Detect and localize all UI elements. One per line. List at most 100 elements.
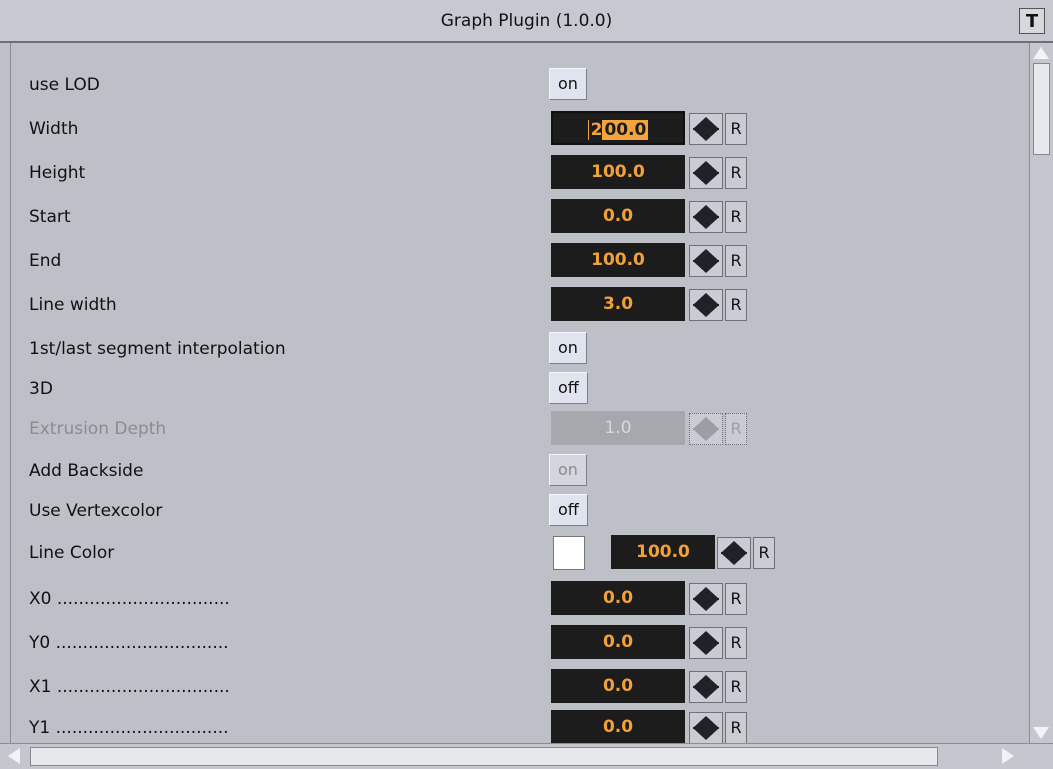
line-color-reset-button[interactable]: R bbox=[753, 537, 775, 569]
height-field[interactable]: 100.0 bbox=[551, 155, 685, 189]
row-end: End 100.0 R bbox=[11, 241, 1030, 281]
start-spinner[interactable] bbox=[689, 201, 723, 233]
spin-up-icon[interactable] bbox=[694, 293, 718, 304]
x1-spinner[interactable] bbox=[689, 671, 723, 703]
vertical-scrollbar[interactable] bbox=[1029, 43, 1053, 743]
3d-toggle[interactable]: off bbox=[549, 372, 588, 404]
vertical-scroll-thumb[interactable] bbox=[1033, 63, 1050, 155]
line-width-label: Line width bbox=[29, 295, 117, 315]
y1-reset-button[interactable]: R bbox=[725, 712, 747, 744]
spin-up-icon bbox=[694, 417, 718, 428]
add-backside-toggle: on bbox=[549, 454, 587, 486]
width-field-selection: 00.0 bbox=[602, 120, 649, 140]
line-color-alpha-field[interactable]: 100.0 bbox=[611, 535, 715, 569]
end-reset-button[interactable]: R bbox=[725, 245, 747, 277]
spin-down-icon[interactable] bbox=[694, 174, 718, 185]
y1-spinner[interactable] bbox=[689, 712, 723, 744]
spin-up-icon[interactable] bbox=[694, 205, 718, 216]
use-lod-toggle[interactable]: on bbox=[549, 68, 587, 100]
y0-spinner[interactable] bbox=[689, 627, 723, 659]
y0-field[interactable]: 0.0 bbox=[551, 625, 685, 659]
start-field[interactable]: 0.0 bbox=[551, 199, 685, 233]
extrusion-depth-label: Extrusion Depth bbox=[29, 419, 167, 439]
row-segment-interpolation: 1st/last segment interpolation on bbox=[11, 329, 1030, 369]
row-height: Height 100.0 R bbox=[11, 153, 1030, 193]
scroll-left-icon[interactable] bbox=[8, 748, 20, 764]
row-use-vertexcolor: Use Vertexcolor off bbox=[11, 491, 1030, 531]
segment-interpolation-label: 1st/last segment interpolation bbox=[29, 339, 286, 359]
width-field[interactable]: 2 00.0 bbox=[551, 111, 685, 145]
spin-down-icon[interactable] bbox=[694, 729, 718, 740]
title-bar: Graph Plugin (1.0.0) T bbox=[0, 0, 1053, 43]
properties-panel: use LOD on Width 2 00.0 R Height 100.0 R … bbox=[10, 43, 1030, 744]
spin-up-icon[interactable] bbox=[722, 541, 746, 552]
spin-down-icon[interactable] bbox=[694, 644, 718, 655]
3d-label: 3D bbox=[29, 379, 53, 399]
spin-down-icon[interactable] bbox=[694, 130, 718, 141]
x1-label: X1 ................................ bbox=[29, 677, 230, 697]
row-y0: Y0 ................................ 0.0 … bbox=[11, 623, 1030, 663]
row-extrusion-depth: Extrusion Depth 1.0 R bbox=[11, 409, 1030, 449]
start-label: Start bbox=[29, 207, 71, 227]
row-3d: 3D off bbox=[11, 369, 1030, 409]
row-start: Start 0.0 R bbox=[11, 197, 1030, 237]
height-spinner[interactable] bbox=[689, 157, 723, 189]
spin-up-icon[interactable] bbox=[694, 117, 718, 128]
width-reset-button[interactable]: R bbox=[725, 113, 747, 145]
x0-field[interactable]: 0.0 bbox=[551, 581, 685, 615]
y0-reset-button[interactable]: R bbox=[725, 627, 747, 659]
scroll-down-icon[interactable] bbox=[1033, 727, 1049, 739]
text-cursor bbox=[587, 120, 589, 140]
x1-reset-button[interactable]: R bbox=[725, 671, 747, 703]
spin-up-icon[interactable] bbox=[694, 675, 718, 686]
width-field-prefix: 2 bbox=[590, 120, 603, 140]
end-spinner[interactable] bbox=[689, 245, 723, 277]
line-color-spinner[interactable] bbox=[717, 537, 751, 569]
line-color-swatch[interactable] bbox=[553, 536, 585, 570]
width-spinner[interactable] bbox=[689, 113, 723, 145]
spin-down-icon[interactable] bbox=[722, 554, 746, 565]
spin-up-icon[interactable] bbox=[694, 249, 718, 260]
extrusion-depth-field: 1.0 bbox=[551, 411, 685, 445]
spin-down-icon[interactable] bbox=[694, 306, 718, 317]
use-vertexcolor-label: Use Vertexcolor bbox=[29, 501, 163, 521]
spin-down-icon[interactable] bbox=[694, 218, 718, 229]
use-lod-label: use LOD bbox=[29, 75, 100, 95]
segment-interpolation-toggle[interactable]: on bbox=[549, 332, 587, 364]
height-reset-button[interactable]: R bbox=[725, 157, 747, 189]
use-vertexcolor-toggle[interactable]: off bbox=[549, 494, 588, 526]
spin-up-icon[interactable] bbox=[694, 587, 718, 598]
start-reset-button[interactable]: R bbox=[725, 201, 747, 233]
scroll-right-icon[interactable] bbox=[1002, 748, 1014, 764]
x1-field[interactable]: 0.0 bbox=[551, 669, 685, 703]
row-width: Width 2 00.0 R bbox=[11, 109, 1030, 149]
window-title: Graph Plugin (1.0.0) bbox=[440, 11, 613, 31]
spin-up-icon[interactable] bbox=[694, 161, 718, 172]
end-label: End bbox=[29, 251, 62, 271]
scroll-up-icon[interactable] bbox=[1033, 47, 1049, 59]
y1-field[interactable]: 0.0 bbox=[551, 710, 685, 744]
spin-up-icon[interactable] bbox=[694, 716, 718, 727]
end-field[interactable]: 100.0 bbox=[551, 243, 685, 277]
row-line-color: Line Color 100.0 R bbox=[11, 533, 1030, 573]
spin-down-icon[interactable] bbox=[694, 600, 718, 611]
x0-spinner[interactable] bbox=[689, 583, 723, 615]
y1-label: Y1 ................................ bbox=[29, 718, 229, 738]
spin-up-icon[interactable] bbox=[694, 631, 718, 642]
row-y1: Y1 ................................ 0.0 … bbox=[11, 708, 1030, 748]
plugin-info-icon[interactable]: T bbox=[1019, 8, 1045, 34]
x0-reset-button[interactable]: R bbox=[725, 583, 747, 615]
y0-label: Y0 ................................ bbox=[29, 633, 229, 653]
width-label: Width bbox=[29, 119, 79, 139]
line-width-field[interactable]: 3.0 bbox=[551, 287, 685, 321]
height-label: Height bbox=[29, 163, 86, 183]
horizontal-scroll-thumb[interactable] bbox=[30, 747, 938, 766]
line-width-spinner[interactable] bbox=[689, 289, 723, 321]
horizontal-scrollbar[interactable] bbox=[0, 743, 1053, 769]
extrusion-depth-spinner bbox=[689, 413, 723, 445]
x0-label: X0 ................................ bbox=[29, 589, 230, 609]
spin-down-icon[interactable] bbox=[694, 262, 718, 273]
spin-down-icon[interactable] bbox=[694, 688, 718, 699]
spin-down-icon bbox=[694, 430, 718, 441]
line-width-reset-button[interactable]: R bbox=[725, 289, 747, 321]
